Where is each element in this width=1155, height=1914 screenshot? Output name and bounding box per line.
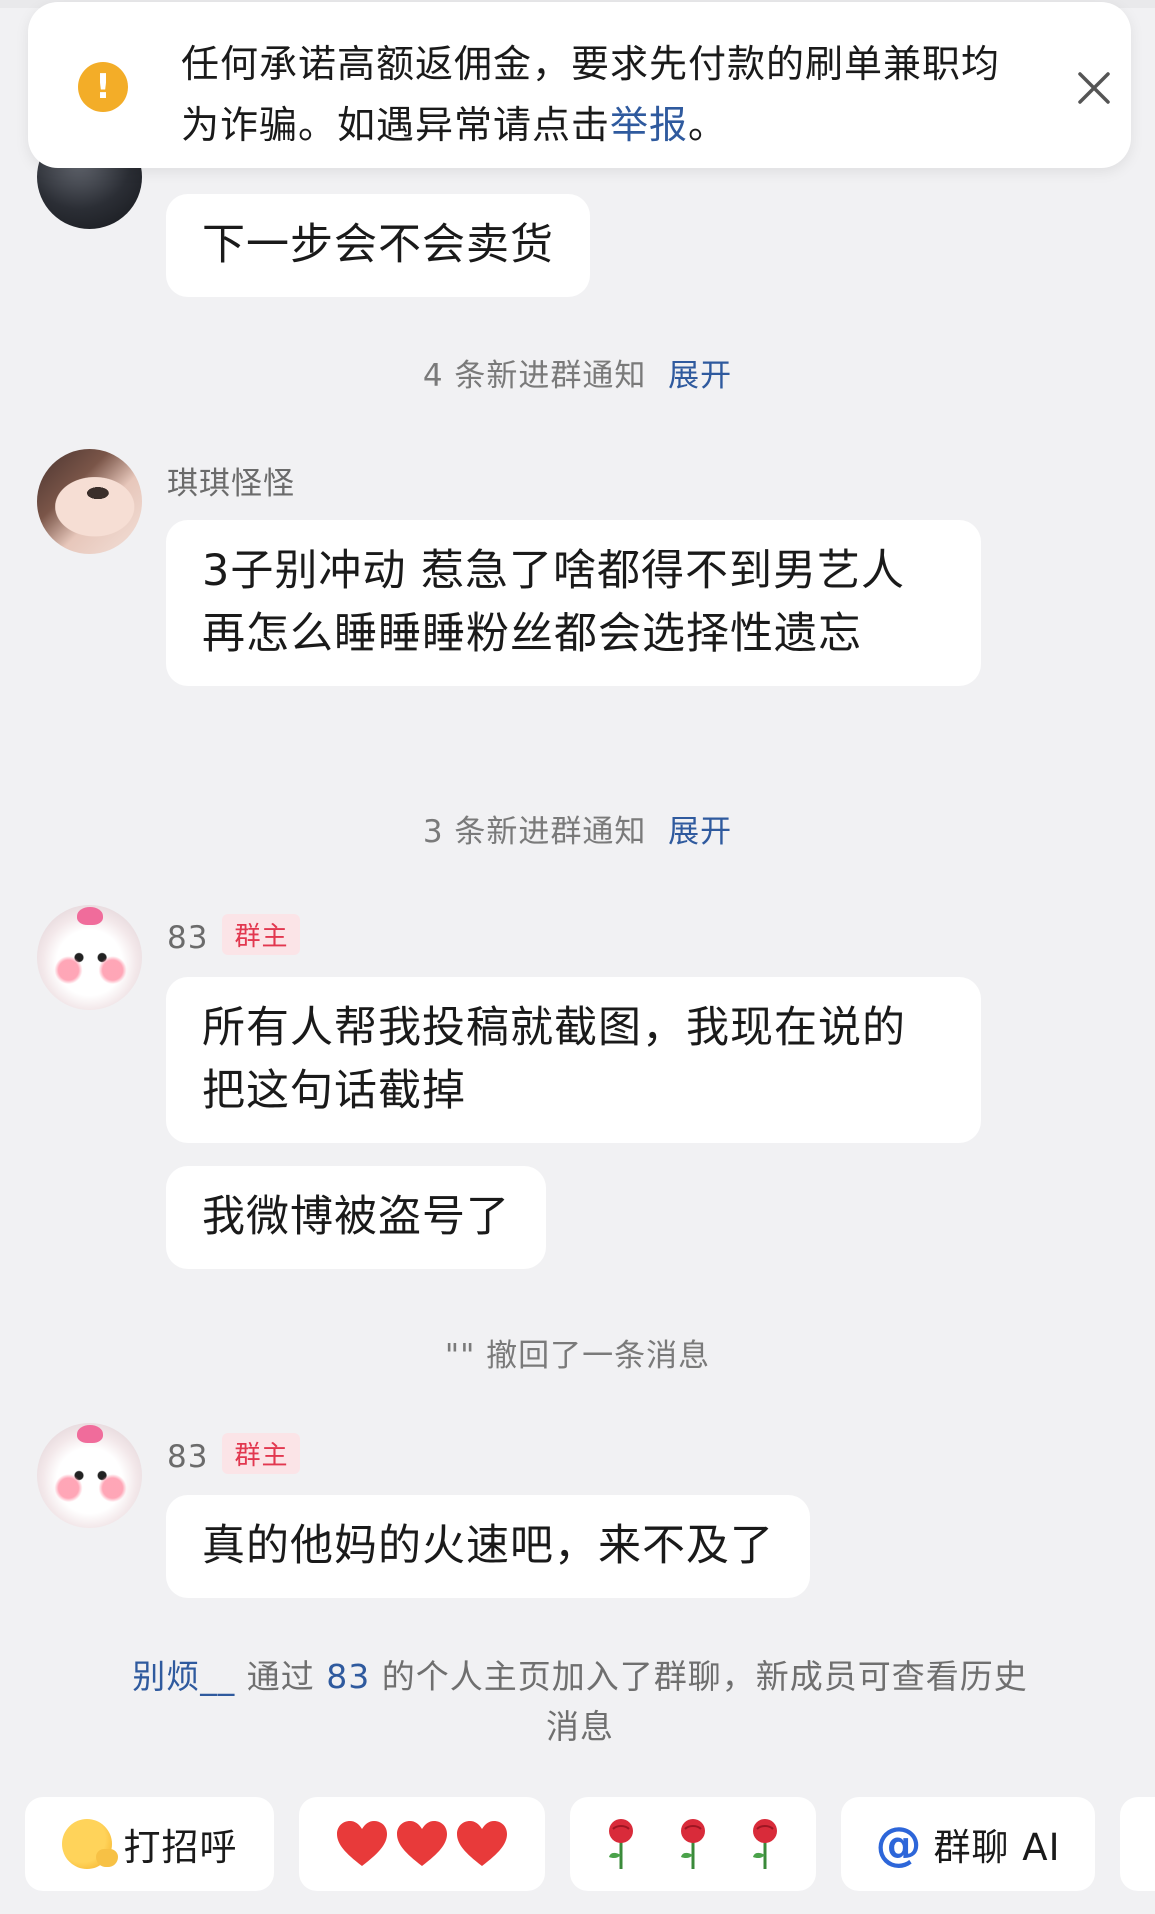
heart-icon — [337, 1821, 387, 1866]
message-bubble[interactable]: 3子别冲动 惹急了啥都得不到男艺人再怎么睡睡睡粉丝都会选择性遗忘 — [166, 520, 981, 686]
message-bubble[interactable]: 下一步会不会卖货 — [166, 194, 590, 297]
quick-reply-next[interactable] — [1120, 1797, 1155, 1891]
message-bubble[interactable]: 我微博被盗号了 — [166, 1166, 546, 1269]
avatar[interactable] — [37, 449, 142, 554]
chat-screen: ! 任何承诺高额返佣金，要求先付款的刷单兼职均为诈骗。如遇异常请点击举报。 下一… — [0, 0, 1155, 1914]
warning-text: 任何承诺高额返佣金，要求先付款的刷单兼职均为诈骗。如遇异常请点击举报。 — [181, 42, 1001, 147]
group-ai-button[interactable]: @ 群聊 AI — [841, 1797, 1095, 1891]
bow-decoration — [77, 1425, 103, 1443]
warning-icon: ! — [78, 62, 128, 112]
owner-link[interactable]: 83 — [326, 1657, 370, 1696]
expand-link[interactable]: 展开 — [668, 358, 732, 394]
rose-icon — [681, 1819, 705, 1869]
fraud-warning-banner: ! 任何承诺高额返佣金，要求先付款的刷单兼职均为诈骗。如遇异常请点击举报。 — [28, 2, 1131, 168]
roses-quick-button[interactable] — [570, 1797, 816, 1891]
member-join-notice: 别烦__ 通过 83 的个人主页加入了群聊，新成员可查看历史消息 — [132, 1657, 1028, 1746]
message-bubble[interactable]: 真的他妈的火速吧，来不及了 — [166, 1495, 810, 1598]
owner-badge: 群主 — [222, 1433, 301, 1474]
report-link[interactable]: 举报 — [610, 103, 688, 147]
owner-badge: 群主 — [222, 914, 301, 955]
rose-icon — [609, 1819, 633, 1869]
expand-link[interactable]: 展开 — [668, 814, 732, 850]
join-notice: 3 条新进群通知 展开 — [422, 814, 733, 850]
at-icon: @ — [875, 1817, 922, 1871]
wave-emoji-icon — [61, 1819, 118, 1869]
heart-icon — [397, 1821, 447, 1866]
avatar[interactable] — [37, 1423, 142, 1528]
new-member-link[interactable]: 别烦__ — [132, 1657, 235, 1696]
heart-icon — [457, 1821, 507, 1866]
sender-name[interactable]: 83 群主 — [167, 914, 301, 956]
hearts-quick-button[interactable] — [299, 1797, 545, 1891]
sender-name[interactable]: 83 群主 — [167, 1433, 301, 1475]
recall-notice: "" 撤回了一条消息 — [444, 1338, 711, 1374]
close-icon[interactable] — [1068, 62, 1120, 114]
avatar[interactable] — [37, 905, 142, 1010]
message-bubble[interactable]: 所有人帮我投稿就截图，我现在说的把这句话截掉 — [166, 977, 981, 1143]
rose-icon — [753, 1819, 777, 1869]
greet-quick-button[interactable]: 打招呼 — [25, 1797, 274, 1891]
sender-name[interactable]: 琪琪怪怪 — [167, 458, 295, 503]
bow-decoration — [77, 907, 103, 925]
join-notice: 4 条新进群通知 展开 — [422, 358, 733, 394]
